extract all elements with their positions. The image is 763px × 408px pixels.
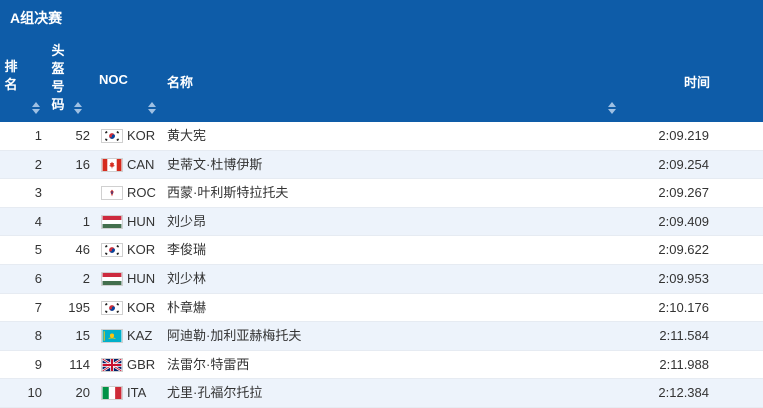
header-time[interactable]: 时间 bbox=[684, 72, 710, 91]
table-row[interactable]: 10 20 ITA 尤里·孔福尔托拉 2:12.384 bbox=[0, 379, 763, 408]
rank-cell: 7 bbox=[34, 299, 42, 315]
athlete-name[interactable]: 刘少昂 bbox=[167, 208, 206, 236]
kor-flag-icon bbox=[101, 129, 123, 143]
athlete-name[interactable]: 朴章爀 bbox=[167, 294, 206, 322]
time-cell: 2:11.584 bbox=[659, 328, 709, 344]
athlete-name[interactable]: 黄大宪 bbox=[167, 122, 206, 150]
header-bib[interactable]: 头盔号码 bbox=[50, 42, 66, 114]
sort-name-icon[interactable] bbox=[608, 102, 616, 114]
noc-cell: KOR bbox=[127, 242, 156, 258]
header-rank[interactable]: 排名 bbox=[3, 58, 19, 94]
athlete-name[interactable]: 尤里·孔福尔托拉 bbox=[167, 379, 262, 407]
table-header: 排名 头盔号码 NOC 名称 时间 bbox=[0, 36, 763, 122]
hun-flag-icon bbox=[101, 271, 123, 286]
roc-flag-icon bbox=[101, 186, 123, 201]
rank-cell: 6 bbox=[34, 270, 42, 286]
kaz-flag-icon bbox=[101, 329, 123, 344]
bib-cell: 195 bbox=[68, 299, 90, 315]
rank-cell: 9 bbox=[34, 356, 42, 372]
athlete-name[interactable]: 史蒂文·杜博伊斯 bbox=[167, 151, 262, 179]
time-cell: 2:09.219 bbox=[658, 128, 709, 143]
athlete-name[interactable]: 刘少林 bbox=[167, 265, 206, 293]
noc-cell: CAN bbox=[127, 156, 155, 172]
bib-cell: 114 bbox=[69, 356, 90, 372]
kor-flag-icon bbox=[101, 300, 123, 315]
table-row[interactable]: 2 16 CAN 史蒂文·杜博伊斯 2:09.254 bbox=[0, 150, 763, 180]
bib-cell: 52 bbox=[75, 128, 90, 143]
bib-cell: 20 bbox=[75, 385, 90, 401]
table-row[interactable]: 9 114 GBR 法雷尔·特雷西 2:11.988 bbox=[0, 351, 763, 380]
time-cell: 2:11.988 bbox=[659, 356, 709, 372]
athlete-name[interactable]: 法雷尔·特雷西 bbox=[167, 351, 249, 379]
bib-cell: 16 bbox=[75, 156, 90, 172]
sort-noc-icon[interactable] bbox=[148, 102, 156, 114]
athlete-name[interactable]: 李俊瑞 bbox=[167, 236, 206, 264]
time-cell: 2:09.254 bbox=[658, 156, 709, 172]
rank-cell: 2 bbox=[34, 156, 42, 172]
sort-bib-icon[interactable] bbox=[74, 102, 82, 114]
gbr-flag-icon bbox=[101, 357, 123, 372]
noc-cell: ITA bbox=[127, 385, 147, 401]
hun-flag-icon bbox=[101, 214, 123, 229]
time-cell: 2:09.622 bbox=[658, 242, 709, 258]
bib-cell: 2 bbox=[82, 270, 90, 286]
table-body: 1 52 KOR 黄大宪 2:09.219 2 16 CAN 史蒂文·杜博伊斯 … bbox=[0, 122, 763, 408]
results-table: A组决赛 排名 头盔号码 NOC 名称 时间 1 52 KOR 黄大宪 2:09… bbox=[0, 0, 763, 408]
rank-cell: 4 bbox=[34, 213, 42, 229]
rank-cell: 5 bbox=[34, 242, 42, 258]
time-cell: 2:09.409 bbox=[658, 213, 709, 229]
table-row[interactable]: 3 ROC 西蒙·叶利斯特拉托夫 2:09.267 bbox=[0, 179, 763, 208]
header-name[interactable]: 名称 bbox=[167, 72, 193, 91]
noc-cell: GBR bbox=[127, 356, 156, 372]
table-row[interactable]: 7 195 KOR 朴章爀 2:10.176 bbox=[0, 294, 763, 323]
rank-cell: 3 bbox=[34, 185, 42, 201]
time-cell: 2:10.176 bbox=[658, 299, 709, 315]
bib-cell: 46 bbox=[75, 242, 90, 258]
table-row[interactable]: 1 52 KOR 黄大宪 2:09.219 bbox=[0, 122, 763, 151]
athlete-name[interactable]: 西蒙·叶利斯特拉托夫 bbox=[167, 179, 288, 207]
bib-cell: 1 bbox=[82, 213, 90, 229]
ita-flag-icon bbox=[101, 386, 123, 401]
can-flag-icon bbox=[101, 157, 123, 172]
table-row[interactable]: 4 1 HUN 刘少昂 2:09.409 bbox=[0, 207, 763, 237]
time-cell: 2:09.953 bbox=[658, 270, 709, 286]
rank-cell: 1 bbox=[34, 128, 42, 143]
bib-cell: 15 bbox=[75, 328, 90, 344]
noc-cell: KOR bbox=[127, 128, 156, 143]
noc-cell: HUN bbox=[127, 270, 156, 286]
section-title: A组决赛 bbox=[0, 0, 763, 36]
time-cell: 2:12.384 bbox=[658, 385, 709, 401]
table-row[interactable]: 8 15 KAZ 阿迪勒·加利亚赫梅托夫 2:11.584 bbox=[0, 322, 763, 351]
noc-cell: ROC bbox=[127, 185, 156, 201]
header-noc[interactable]: NOC bbox=[99, 72, 128, 87]
noc-cell: HUN bbox=[127, 213, 156, 229]
athlete-name[interactable]: 阿迪勒·加利亚赫梅托夫 bbox=[167, 322, 301, 350]
time-cell: 2:09.267 bbox=[658, 185, 709, 201]
table-row[interactable]: 6 2 HUN 刘少林 2:09.953 bbox=[0, 264, 763, 294]
rank-cell: 8 bbox=[34, 328, 42, 344]
kor-flag-icon bbox=[101, 243, 123, 258]
sort-rank-icon[interactable] bbox=[32, 102, 40, 114]
noc-cell: KAZ bbox=[127, 328, 153, 344]
noc-cell: KOR bbox=[127, 299, 156, 315]
table-row[interactable]: 5 46 KOR 李俊瑞 2:09.622 bbox=[0, 236, 763, 265]
rank-cell: 10 bbox=[27, 385, 42, 401]
